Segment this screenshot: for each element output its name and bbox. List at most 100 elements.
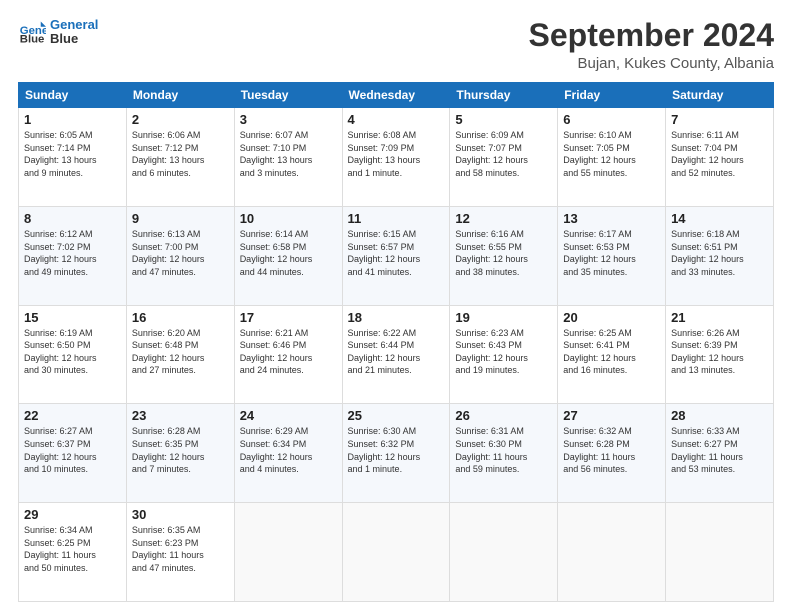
day-info: Sunrise: 6:23 AM Sunset: 6:43 PM Dayligh… [455, 327, 552, 377]
day-info: Sunrise: 6:32 AM Sunset: 6:28 PM Dayligh… [563, 425, 660, 475]
day-cell: 29Sunrise: 6:34 AM Sunset: 6:25 PM Dayli… [19, 503, 127, 602]
col-header-tuesday: Tuesday [234, 83, 342, 108]
calendar-table: SundayMondayTuesdayWednesdayThursdayFrid… [18, 82, 774, 602]
day-number: 16 [132, 310, 229, 325]
day-cell: 23 Sunrise: 6:28 AM Sunset: 6:35 PM Dayli… [126, 404, 234, 503]
day-info: Sunrise: 6:13 AM Sunset: 7:00 PM Dayligh… [132, 228, 229, 278]
day-number: 8 [24, 211, 121, 226]
day-info: Sunrise: 6:16 AM Sunset: 6:55 PM Dayligh… [455, 228, 552, 278]
day-cell: 15Sunrise: 6:19 AM Sunset: 6:50 PM Dayli… [19, 305, 127, 404]
day-number: 17 [240, 310, 337, 325]
day-info: Sunrise: 6:35 AM Sunset: 6:23 PM Dayligh… [132, 524, 229, 574]
day-number: 27 [563, 408, 660, 423]
day-cell [234, 503, 342, 602]
day-cell: 5 Sunrise: 6:09 AM Sunset: 7:07 PM Daylig… [450, 108, 558, 207]
day-info: Sunrise: 6:28 AM Sunset: 6:35 PM Dayligh… [132, 425, 229, 475]
header: General Blue General Blue September 2024… [18, 18, 774, 72]
day-info: Sunrise: 6:17 AM Sunset: 6:53 PM Dayligh… [563, 228, 660, 278]
day-cell: 21Sunrise: 6:26 AM Sunset: 6:39 PM Dayli… [666, 305, 774, 404]
week-row-1: 8 Sunrise: 6:12 AM Sunset: 7:02 PM Daylig… [19, 206, 774, 305]
day-cell: 26 Sunrise: 6:31 AM Sunset: 6:30 PM Dayli… [450, 404, 558, 503]
day-info: Sunrise: 6:10 AM Sunset: 7:05 PM Dayligh… [563, 129, 660, 179]
day-info: Sunrise: 6:29 AM Sunset: 6:34 PM Dayligh… [240, 425, 337, 475]
day-number: 3 [240, 112, 337, 127]
day-info: Sunrise: 6:26 AM Sunset: 6:39 PM Dayligh… [671, 327, 768, 377]
day-cell: 19Sunrise: 6:23 AM Sunset: 6:43 PM Dayli… [450, 305, 558, 404]
day-number: 29 [24, 507, 121, 522]
day-cell: 12 Sunrise: 6:16 AM Sunset: 6:55 PM Dayli… [450, 206, 558, 305]
day-number: 1 [24, 112, 121, 127]
col-header-wednesday: Wednesday [342, 83, 450, 108]
logo-general: General [50, 18, 98, 32]
day-cell: 11 Sunrise: 6:15 AM Sunset: 6:57 PM Dayli… [342, 206, 450, 305]
day-info: Sunrise: 6:30 AM Sunset: 6:32 PM Dayligh… [348, 425, 445, 475]
day-number: 2 [132, 112, 229, 127]
day-cell: 10 Sunrise: 6:14 AM Sunset: 6:58 PM Dayli… [234, 206, 342, 305]
day-cell: 27 Sunrise: 6:32 AM Sunset: 6:28 PM Dayli… [558, 404, 666, 503]
location: Bujan, Kukes County, Albania [529, 55, 774, 72]
day-cell: 9Sunrise: 6:13 AM Sunset: 7:00 PM Daylig… [126, 206, 234, 305]
day-number: 13 [563, 211, 660, 226]
day-cell: 8 Sunrise: 6:12 AM Sunset: 7:02 PM Daylig… [19, 206, 127, 305]
day-cell: 1 Sunrise: 6:05 AM Sunset: 7:14 PM Daylig… [19, 108, 127, 207]
day-info: Sunrise: 6:33 AM Sunset: 6:27 PM Dayligh… [671, 425, 768, 475]
col-header-monday: Monday [126, 83, 234, 108]
day-cell: 2 Sunrise: 6:06 AM Sunset: 7:12 PM Daylig… [126, 108, 234, 207]
day-cell: 17Sunrise: 6:21 AM Sunset: 6:46 PM Dayli… [234, 305, 342, 404]
week-row-0: 1 Sunrise: 6:05 AM Sunset: 7:14 PM Daylig… [19, 108, 774, 207]
day-number: 5 [455, 112, 552, 127]
day-number: 23 [132, 408, 229, 423]
logo-icon: General Blue [18, 18, 46, 46]
day-cell: 16 Sunrise: 6:20 AM Sunset: 6:48 PM Dayli… [126, 305, 234, 404]
day-info: Sunrise: 6:31 AM Sunset: 6:30 PM Dayligh… [455, 425, 552, 475]
day-info: Sunrise: 6:20 AM Sunset: 6:48 PM Dayligh… [132, 327, 229, 377]
week-row-4: 29Sunrise: 6:34 AM Sunset: 6:25 PM Dayli… [19, 503, 774, 602]
week-row-2: 15Sunrise: 6:19 AM Sunset: 6:50 PM Dayli… [19, 305, 774, 404]
day-number: 20 [563, 310, 660, 325]
day-info: Sunrise: 6:09 AM Sunset: 7:07 PM Dayligh… [455, 129, 552, 179]
month-title: September 2024 [529, 18, 774, 53]
day-info: Sunrise: 6:14 AM Sunset: 6:58 PM Dayligh… [240, 228, 337, 278]
week-row-3: 22 Sunrise: 6:27 AM Sunset: 6:37 PM Dayli… [19, 404, 774, 503]
day-cell [558, 503, 666, 602]
day-cell: 13 Sunrise: 6:17 AM Sunset: 6:53 PM Dayli… [558, 206, 666, 305]
day-cell: 18 Sunrise: 6:22 AM Sunset: 6:44 PM Dayli… [342, 305, 450, 404]
svg-text:Blue: Blue [20, 34, 45, 46]
day-cell [450, 503, 558, 602]
day-info: Sunrise: 6:19 AM Sunset: 6:50 PM Dayligh… [24, 327, 121, 377]
day-cell: 3Sunrise: 6:07 AM Sunset: 7:10 PM Daylig… [234, 108, 342, 207]
title-block: September 2024 Bujan, Kukes County, Alba… [529, 18, 774, 72]
day-cell: 24Sunrise: 6:29 AM Sunset: 6:34 PM Dayli… [234, 404, 342, 503]
day-number: 14 [671, 211, 768, 226]
day-info: Sunrise: 6:25 AM Sunset: 6:41 PM Dayligh… [563, 327, 660, 377]
day-cell: 22 Sunrise: 6:27 AM Sunset: 6:37 PM Dayli… [19, 404, 127, 503]
day-cell: 20 Sunrise: 6:25 AM Sunset: 6:41 PM Dayli… [558, 305, 666, 404]
day-info: Sunrise: 6:12 AM Sunset: 7:02 PM Dayligh… [24, 228, 121, 278]
day-info: Sunrise: 6:11 AM Sunset: 7:04 PM Dayligh… [671, 129, 768, 179]
day-info: Sunrise: 6:15 AM Sunset: 6:57 PM Dayligh… [348, 228, 445, 278]
day-number: 10 [240, 211, 337, 226]
day-info: Sunrise: 6:18 AM Sunset: 6:51 PM Dayligh… [671, 228, 768, 278]
day-cell: 6 Sunrise: 6:10 AM Sunset: 7:05 PM Daylig… [558, 108, 666, 207]
day-cell [342, 503, 450, 602]
day-info: Sunrise: 6:05 AM Sunset: 7:14 PM Dayligh… [24, 129, 121, 179]
day-number: 22 [24, 408, 121, 423]
day-info: Sunrise: 6:22 AM Sunset: 6:44 PM Dayligh… [348, 327, 445, 377]
day-info: Sunrise: 6:27 AM Sunset: 6:37 PM Dayligh… [24, 425, 121, 475]
day-number: 6 [563, 112, 660, 127]
day-number: 30 [132, 507, 229, 522]
col-header-thursday: Thursday [450, 83, 558, 108]
day-info: Sunrise: 6:06 AM Sunset: 7:12 PM Dayligh… [132, 129, 229, 179]
day-number: 18 [348, 310, 445, 325]
day-number: 28 [671, 408, 768, 423]
day-number: 11 [348, 211, 445, 226]
col-header-sunday: Sunday [19, 83, 127, 108]
col-header-saturday: Saturday [666, 83, 774, 108]
day-number: 7 [671, 112, 768, 127]
logo: General Blue General Blue [18, 18, 98, 47]
day-cell: 14 Sunrise: 6:18 AM Sunset: 6:51 PM Dayli… [666, 206, 774, 305]
day-number: 26 [455, 408, 552, 423]
day-cell: 30 Sunrise: 6:35 AM Sunset: 6:23 PM Dayli… [126, 503, 234, 602]
day-number: 12 [455, 211, 552, 226]
day-cell: 7 Sunrise: 6:11 AM Sunset: 7:04 PM Daylig… [666, 108, 774, 207]
